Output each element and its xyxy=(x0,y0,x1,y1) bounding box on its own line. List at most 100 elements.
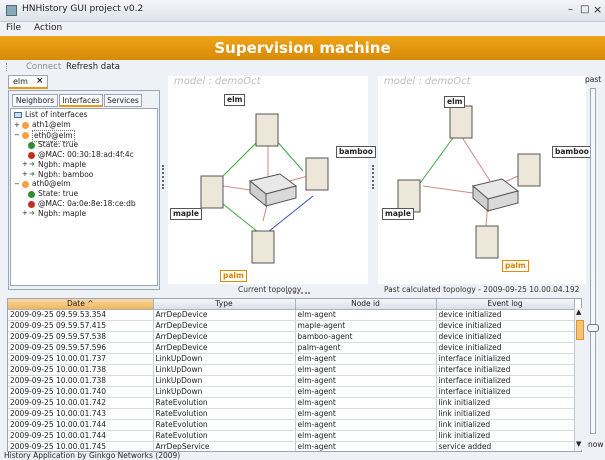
menu-bar: File Action xyxy=(0,22,605,36)
expand-icon[interactable]: + xyxy=(22,170,28,178)
tree-item-ngbh-maple[interactable]: Ngbh: maple xyxy=(38,160,86,170)
server-icon xyxy=(255,113,279,147)
column-type[interactable]: Type xyxy=(153,299,296,310)
scroll-up-icon[interactable]: ▲ xyxy=(576,308,581,316)
cell-event-log: service added xyxy=(436,441,575,451)
table-row[interactable]: 2009-09-25 10.00.01.740 LinkUpDown elm-age… xyxy=(8,386,575,398)
cell-event-log: interface initialized xyxy=(436,386,575,398)
table-row[interactable]: 2009-09-25 09.59.57.415 ArrDepDevice maple… xyxy=(8,320,575,332)
cell-type: ArrDepDevice xyxy=(153,309,296,321)
connect-button[interactable]: Connect xyxy=(26,62,61,72)
current-topology-graph[interactable] xyxy=(168,76,368,284)
cell-type: ArrDepDevice xyxy=(153,342,296,354)
cell-type: LinkUpDown xyxy=(153,375,296,387)
server-icon xyxy=(517,153,541,187)
table-scrollbar[interactable]: ▲ ▼ xyxy=(574,308,585,450)
tree-item-state[interactable]: State: true xyxy=(38,140,78,150)
tree-item-mac[interactable]: @MAC: 00:30:18:ad:4f:4c xyxy=(38,150,134,160)
node-palm[interactable]: palm xyxy=(502,260,529,272)
table-row[interactable]: 2009-09-25 10.00.01.743 RateEvolution elm-… xyxy=(8,408,575,420)
past-topology-graph[interactable] xyxy=(378,76,586,284)
tab-neighbors[interactable]: Neighbors xyxy=(12,94,58,107)
table-row[interactable]: 2009-09-25 10.00.01.744 RateEvolution elm-… xyxy=(8,419,575,431)
toolbar: Connect Refresh data xyxy=(0,60,605,74)
column-event-log[interactable]: Event log xyxy=(436,299,575,310)
minimize-button[interactable]: – xyxy=(568,4,573,15)
table-row[interactable]: 2009-09-25 10.00.01.744 RateEvolution elm-… xyxy=(8,430,575,442)
cell-type: LinkUpDown xyxy=(153,364,296,376)
table-row[interactable]: 2009-09-25 10.00.01.737 LinkUpDown elm-age… xyxy=(8,353,575,365)
cell-type: LinkUpDown xyxy=(153,386,296,398)
splitter-handle[interactable] xyxy=(162,165,164,189)
cell-type: RateEvolution xyxy=(153,419,296,431)
cell-event-log: device initialized xyxy=(436,320,575,332)
cell-node-id: elm-agent xyxy=(295,419,437,431)
cell-node-id: elm-agent xyxy=(295,397,437,409)
node-maple[interactable]: maple xyxy=(382,208,414,220)
node-palm[interactable]: palm xyxy=(220,270,247,282)
table-row[interactable]: 2009-09-25 10.00.01.738 LinkUpDown elm-age… xyxy=(8,364,575,376)
expand-icon[interactable]: + xyxy=(22,160,28,168)
tree-item-mac[interactable]: @MAC: 0a:0e:8e:18:ce:db xyxy=(38,199,136,209)
table-row[interactable]: 2009-09-25 09.59.53.354 ArrDepDevice elm-a… xyxy=(8,309,575,321)
time-slider[interactable] xyxy=(590,88,596,434)
tree-item-ath1[interactable]: ath1@elm xyxy=(32,120,71,130)
app-icon xyxy=(6,5,17,16)
past-topology-caption: Past calculated topology - 2009-09-25 10… xyxy=(384,285,580,294)
cell-type: RateEvolution xyxy=(153,430,296,442)
past-topology-panel[interactable]: model : demoOct elm bamboo maple palm xyxy=(378,76,592,284)
arrow-right-icon: ➜ xyxy=(29,209,35,217)
cell-type: RateEvolution xyxy=(153,408,296,420)
cell-node-id: bamboo-agent xyxy=(295,331,437,343)
table-row[interactable]: 2009-09-25 09.59.57.538 ArrDepDevice bambo… xyxy=(8,331,575,343)
tab-close-icon[interactable]: × xyxy=(36,76,44,86)
scroll-thumb[interactable] xyxy=(576,320,584,340)
collapse-icon[interactable]: − xyxy=(14,180,20,188)
tree-item-ngbh-maple[interactable]: Ngbh: maple xyxy=(38,209,86,219)
tree-root[interactable]: List of interfaces xyxy=(25,110,87,120)
table-row[interactable]: 2009-09-25 10.00.01.738 LinkUpDown elm-age… xyxy=(8,375,575,387)
node-elm[interactable]: elm xyxy=(444,96,466,108)
node-elm[interactable]: elm xyxy=(224,94,246,106)
node-maple[interactable]: maple xyxy=(170,208,202,220)
node-bamboo[interactable]: bamboo xyxy=(552,146,592,158)
tab-interfaces[interactable]: Interfaces xyxy=(59,94,103,107)
mac-icon xyxy=(28,201,35,208)
column-date[interactable]: Date ^ xyxy=(8,299,154,310)
tree-item-state[interactable]: State: true xyxy=(38,189,78,199)
menu-action[interactable]: Action xyxy=(34,23,62,33)
column-node-id[interactable]: Node id xyxy=(295,299,437,310)
cell-node-id: elm-agent xyxy=(295,309,437,321)
slider-thumb[interactable] xyxy=(587,324,599,332)
cell-date: 2009-09-25 09.59.57.415 xyxy=(8,320,154,332)
current-topology-panel[interactable]: model : demoOct elm bamboo maple palm xyxy=(168,76,376,284)
tree-item-ath0[interactable]: ath0@elm xyxy=(32,179,71,189)
event-table: Date ^ Type Node id Event log 2009-09-25… xyxy=(7,298,582,452)
cell-event-log: link initialized xyxy=(436,408,575,420)
maximize-button[interactable]: □ xyxy=(580,4,589,15)
table-header: Date ^ Type Node id Event log xyxy=(8,299,575,310)
arrow-right-icon: ➜ xyxy=(29,170,35,178)
tab-services[interactable]: Services xyxy=(104,94,142,107)
server-icon xyxy=(305,157,329,191)
expand-icon[interactable]: + xyxy=(14,121,20,129)
server-icon xyxy=(200,175,224,209)
table-row[interactable]: 2009-09-25 10.00.01.742 RateEvolution elm-… xyxy=(8,397,575,409)
cell-event-log: interface initialized xyxy=(436,375,575,387)
tab-elm[interactable]: elm × xyxy=(8,75,48,89)
expand-icon[interactable]: + xyxy=(22,209,28,217)
splitter-handle[interactable] xyxy=(372,165,374,189)
collapse-icon[interactable]: − xyxy=(14,131,20,139)
close-button[interactable]: × xyxy=(593,3,602,16)
table-row[interactable]: 2009-09-25 09.59.57.596 ArrDepDevice palm-… xyxy=(8,342,575,354)
menu-file[interactable]: File xyxy=(6,23,21,33)
pane-resize-grip[interactable] xyxy=(286,292,310,295)
mac-icon xyxy=(28,152,35,159)
cell-date: 2009-09-25 10.00.01.738 xyxy=(8,375,154,387)
cell-node-id: elm-agent xyxy=(295,364,437,376)
cell-event-log: interface initialized xyxy=(436,353,575,365)
cell-type: ArrDepDevice xyxy=(153,331,296,343)
scroll-down-icon[interactable]: ▼ xyxy=(576,440,581,448)
refresh-data-button[interactable]: Refresh data xyxy=(66,62,120,72)
node-bamboo[interactable]: bamboo xyxy=(336,146,376,158)
